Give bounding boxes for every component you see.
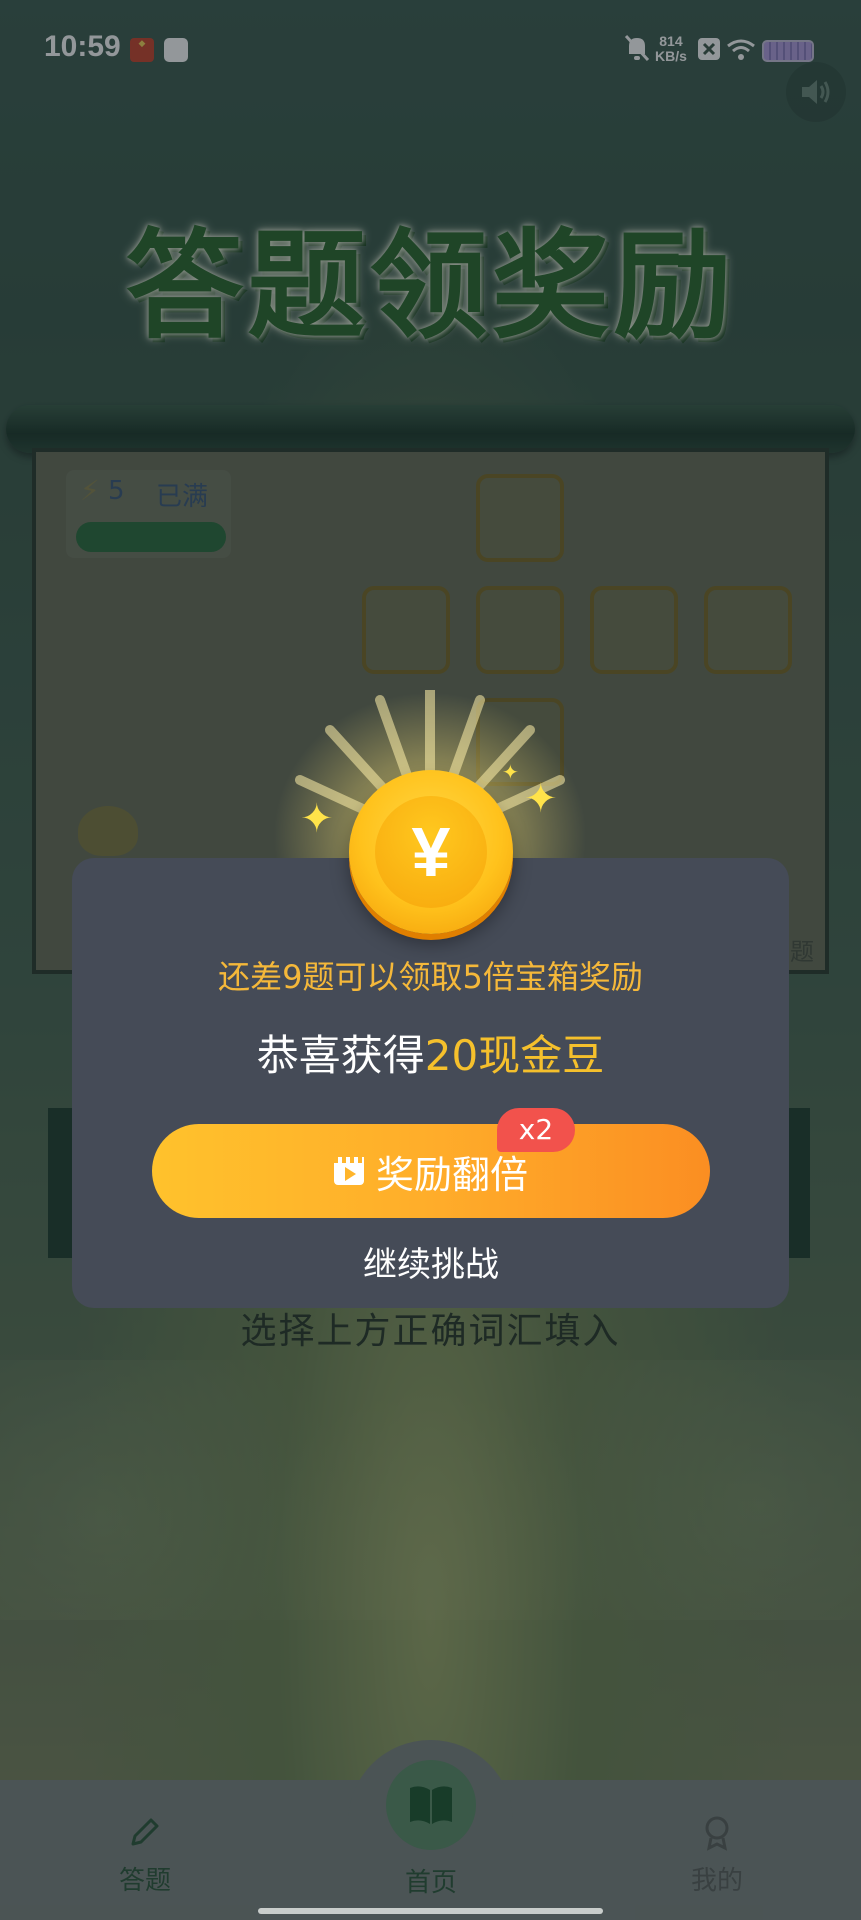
multiplier-badge: x2 xyxy=(497,1108,575,1152)
continue-challenge-button[interactable]: 继续挑战 xyxy=(300,1240,562,1290)
double-reward-button[interactable]: 奖励翻倍 xyxy=(152,1124,710,1218)
sparkle-icon: ✦ xyxy=(524,776,558,822)
home-indicator[interactable] xyxy=(258,1908,603,1914)
reward-amount: 20现金豆 xyxy=(424,1031,605,1080)
sparkle-icon: ✦ xyxy=(502,760,519,784)
congrats-prefix: 恭喜获得 xyxy=(256,1031,425,1080)
remaining-questions-text: 还差9题可以领取5倍宝箱奖励 xyxy=(218,958,643,996)
yuan-symbol: ¥ xyxy=(375,796,487,908)
congrats-text: 恭喜获得20现金豆 xyxy=(72,1022,789,1083)
video-icon xyxy=(333,1157,364,1185)
coin-icon: ¥ xyxy=(349,770,513,934)
sparkle-icon: ✦ xyxy=(300,796,334,842)
